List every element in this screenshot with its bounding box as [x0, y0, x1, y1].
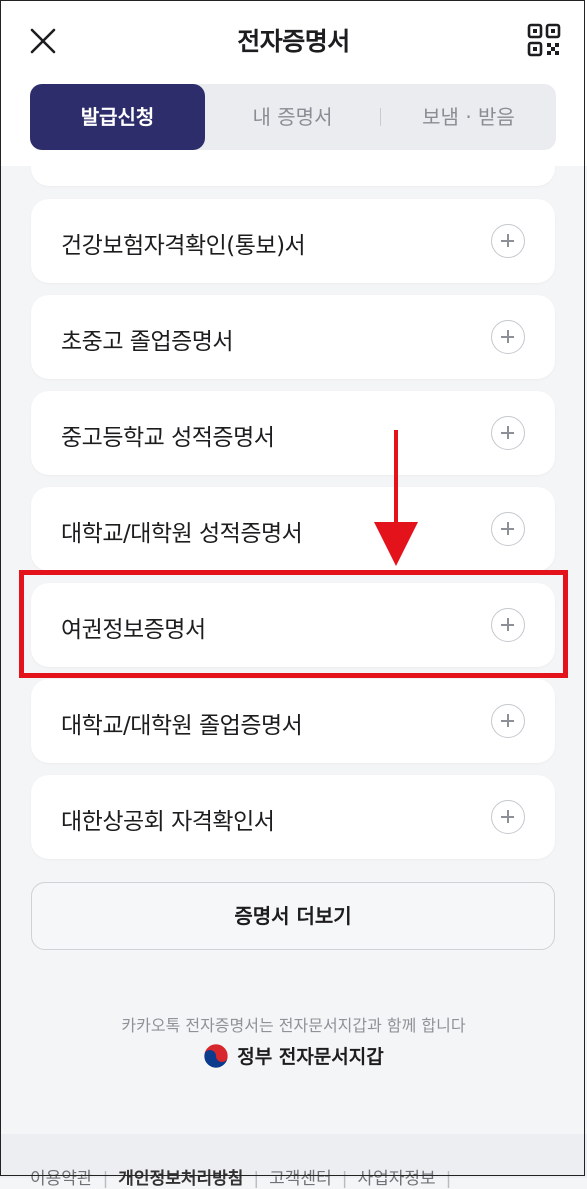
link-divider: |	[253, 1169, 260, 1189]
tab-my-certificates[interactable]: 내 증명서	[205, 84, 380, 150]
link-divider: |	[102, 1169, 109, 1189]
certificate-label: 대한상공회 자격확인서	[61, 809, 275, 835]
tab-bar-container: 발급신청 내 증명서 보냄 · 받음	[0, 80, 587, 166]
certificate-item[interactable]: 대학교/대학원 졸업증명서	[31, 679, 555, 763]
tab-bar: 발급신청 내 증명서 보냄 · 받음	[30, 84, 556, 150]
privacy-policy-link[interactable]: 개인정보처리방침	[118, 1169, 243, 1189]
customer-center-link[interactable]: 고객센터	[269, 1169, 332, 1189]
plus-icon[interactable]	[491, 800, 525, 834]
footer-note: 카카오톡 전자증명서는 전자문서지갑과 함께 합니다	[121, 1016, 466, 1035]
gov-wallet-link[interactable]: 정부 전자문서지갑	[0, 1042, 587, 1069]
plus-icon[interactable]	[491, 224, 525, 258]
list-item-partial	[31, 166, 555, 186]
plus-icon[interactable]	[491, 704, 525, 738]
qr-code-button[interactable]	[526, 22, 562, 58]
plus-icon[interactable]	[491, 416, 525, 450]
link-divider: |	[341, 1169, 348, 1189]
certificate-label: 중고등학교 성적증명서	[61, 425, 275, 451]
tab-issue-request[interactable]: 발급신청	[30, 84, 205, 150]
qr-code-icon	[527, 23, 561, 57]
gov-wallet-label: 정부 전자문서지갑	[237, 1046, 384, 1068]
bottom-link-bar: 이용약관 | 개인정보처리방침 | 고객센터 | 사업자정보 |	[0, 1134, 587, 1189]
plus-icon[interactable]	[491, 320, 525, 354]
certificate-label: 대학교/대학원 성적증명서	[61, 521, 303, 547]
terms-link[interactable]: 이용약관	[30, 1169, 93, 1189]
certificate-label: 초중고 졸업증명서	[61, 329, 234, 355]
certificate-label: 대학교/대학원 졸업증명서	[61, 713, 303, 739]
taeguk-emblem-icon	[203, 1043, 229, 1068]
arrow-down-icon	[374, 430, 418, 566]
page-title: 전자증명서	[237, 27, 350, 56]
certificate-item[interactable]: 초중고 졸업증명서	[31, 295, 555, 379]
tab-sent-received[interactable]: 보냄 · 받음	[381, 84, 556, 150]
highlight-box	[19, 570, 568, 678]
link-divider: |	[445, 1169, 452, 1189]
certificate-label: 건강보험자격확인(통보)서	[61, 233, 306, 259]
top-app-bar: 전자증명서	[0, 0, 587, 80]
certificate-item[interactable]: 중고등학교 성적증명서	[31, 391, 555, 475]
certificate-item[interactable]: 건강보험자격확인(통보)서	[31, 199, 555, 283]
certificate-item[interactable]: 대한상공회 자격확인서	[31, 775, 555, 859]
plus-icon[interactable]	[491, 512, 525, 546]
bottom-links: 이용약관 | 개인정보처리방침 | 고객센터 | 사업자정보 |	[30, 1164, 461, 1189]
certificate-item[interactable]: 대학교/대학원 성적증명서	[31, 487, 555, 571]
more-certificates-button[interactable]: 증명서 더보기	[31, 882, 555, 950]
business-info-link[interactable]: 사업자정보	[357, 1169, 435, 1189]
